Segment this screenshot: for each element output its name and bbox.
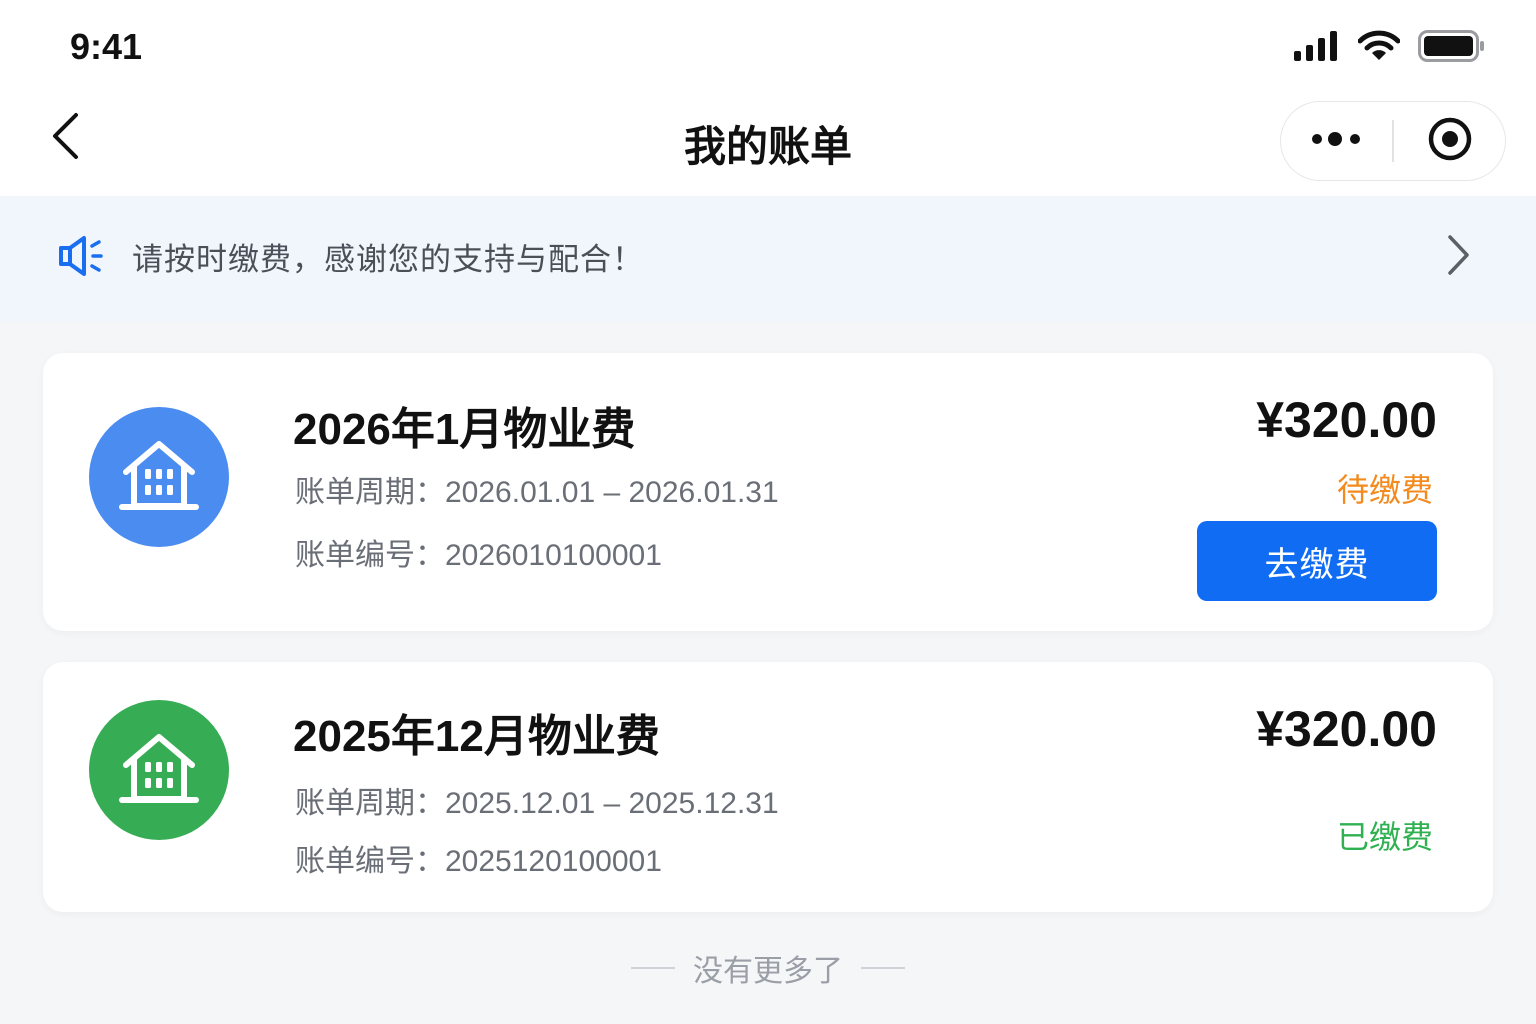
- bill-card[interactable]: 2026年1月物业费 账单周期：2026.01.01 – 2026.01.31 …: [43, 353, 1493, 631]
- bill-period-label: 账单周期：: [295, 475, 445, 510]
- bill-amount: ¥320.00: [1256, 392, 1437, 448]
- chevron-right-icon: [1446, 234, 1470, 280]
- mini-program-capsule: [1280, 101, 1506, 181]
- more-button[interactable]: [1281, 102, 1392, 180]
- bill-icon-circle: [89, 407, 229, 547]
- house-icon: [118, 436, 200, 518]
- megaphone-icon: [56, 234, 104, 282]
- bill-period-label: 账单周期：: [295, 786, 445, 821]
- house-icon: [118, 729, 200, 811]
- close-button[interactable]: [1394, 102, 1505, 180]
- bill-number: 账单编号：2025120100001: [295, 836, 662, 880]
- footer-rule-right: [861, 967, 905, 969]
- wifi-icon: [1357, 30, 1401, 66]
- nav-bar: 我的账单: [0, 95, 1536, 196]
- bill-title: 2025年12月物业费: [293, 712, 660, 761]
- target-circle-icon: [1427, 116, 1473, 166]
- more-dots-icon: [1311, 131, 1363, 151]
- bill-period: 账单周期：2025.12.01 – 2025.12.31: [295, 778, 779, 822]
- battery-icon: [1418, 30, 1486, 66]
- bill-icon-circle: [89, 700, 229, 840]
- notice-bar[interactable]: 请按时缴费，感谢您的支持与配合！: [0, 196, 1536, 322]
- bill-number-label: 账单编号：: [295, 538, 445, 573]
- end-of-list-text: 没有更多了: [693, 954, 843, 989]
- bill-title: 2026年1月物业费: [293, 405, 636, 454]
- cellular-signal-icon: [1294, 31, 1340, 65]
- bill-period-value: 2026.01.01 – 2026.01.31: [445, 476, 779, 509]
- bill-number: 账单编号：2026010100001: [295, 530, 662, 574]
- pay-button[interactable]: 去缴费: [1197, 521, 1437, 601]
- end-of-list: 没有更多了: [0, 946, 1536, 990]
- bill-number-value: 2026010100001: [445, 539, 662, 572]
- status-bar: 9:41: [0, 0, 1536, 95]
- status-badge-paid: 已缴费: [1336, 818, 1433, 856]
- notice-text: 请按时缴费，感谢您的支持与配合！: [132, 242, 644, 278]
- bill-card[interactable]: 2025年12月物业费 账单周期：2025.12.01 – 2025.12.31…: [43, 662, 1493, 912]
- bill-list-page: 9:41 我的账单 请按时缴费，感谢您的支持与配合！ 2026年1月物业费 账单…: [0, 0, 1536, 1024]
- bill-amount: ¥320.00: [1256, 701, 1437, 757]
- bill-period-value: 2025.12.01 – 2025.12.31: [445, 787, 779, 820]
- bill-number-label: 账单编号：: [295, 844, 445, 879]
- bill-number-value: 2025120100001: [445, 845, 662, 878]
- footer-rule-left: [631, 967, 675, 969]
- status-icons: [1294, 30, 1486, 66]
- status-time: 9:41: [70, 26, 143, 67]
- status-badge-pending: 待缴费: [1336, 471, 1433, 509]
- bill-period: 账单周期：2026.01.01 – 2026.01.31: [295, 467, 779, 511]
